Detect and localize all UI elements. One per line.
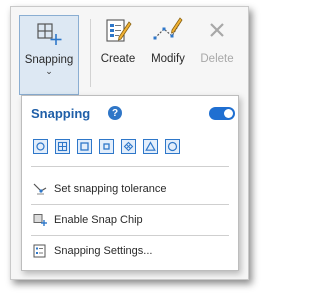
ribbon: Snapping ⌄ Create Modify Delete [11,7,248,102]
divider [31,235,229,236]
snapping-panel-header: Snapping ? [31,104,235,124]
edge-snap-icon[interactable] [77,139,92,154]
tangent-snap-icon[interactable] [165,139,180,154]
modify-icon [152,16,184,47]
divider [31,204,229,205]
snapping-settings-label: Snapping Settings... [54,245,153,257]
divider [31,166,229,167]
modify-button[interactable]: Modify [143,16,193,92]
chevron-down-icon: ⌄ [45,66,53,76]
snapping-toggle[interactable] [209,107,235,120]
enable-snap-chip-item[interactable]: Enable Snap Chip [31,209,229,231]
tolerance-icon [31,181,49,197]
vertex-snap-icon[interactable] [55,139,70,154]
settings-list-icon [31,243,49,259]
snapping-label: Snapping [24,54,74,66]
snapping-dropdown-button[interactable]: Snapping ⌄ [19,15,79,95]
point-snap-icon[interactable] [33,139,48,154]
snapping-panel: Snapping ? Set snapping tolerance Enable… [21,95,239,271]
midpoint-snap-icon[interactable] [143,139,158,154]
snapping-settings-item[interactable]: Snapping Settings... [31,240,229,262]
close-icon [204,16,230,47]
snapping-icon [36,22,62,49]
end-snap-icon[interactable] [99,139,114,154]
snap-mode-row [33,139,180,154]
snap-chip-label: Enable Snap Chip [54,214,143,226]
intersection-snap-icon[interactable] [121,139,136,154]
delete-button[interactable]: Delete [195,16,239,92]
snap-chip-icon [31,212,49,228]
app-window: Snapping ⌄ Create Modify Delete Snapping… [10,6,249,280]
modify-label: Modify [151,53,185,65]
create-icon [104,16,132,47]
delete-label: Delete [200,53,234,65]
create-button[interactable]: Create [97,16,139,92]
set-snapping-tolerance-item[interactable]: Set snapping tolerance [31,178,229,200]
create-label: Create [100,53,136,65]
toggle-knob [224,109,233,118]
panel-title: Snapping [31,106,91,121]
ribbon-separator [90,19,91,87]
help-icon[interactable]: ? [108,106,122,120]
tolerance-label: Set snapping tolerance [54,183,167,195]
